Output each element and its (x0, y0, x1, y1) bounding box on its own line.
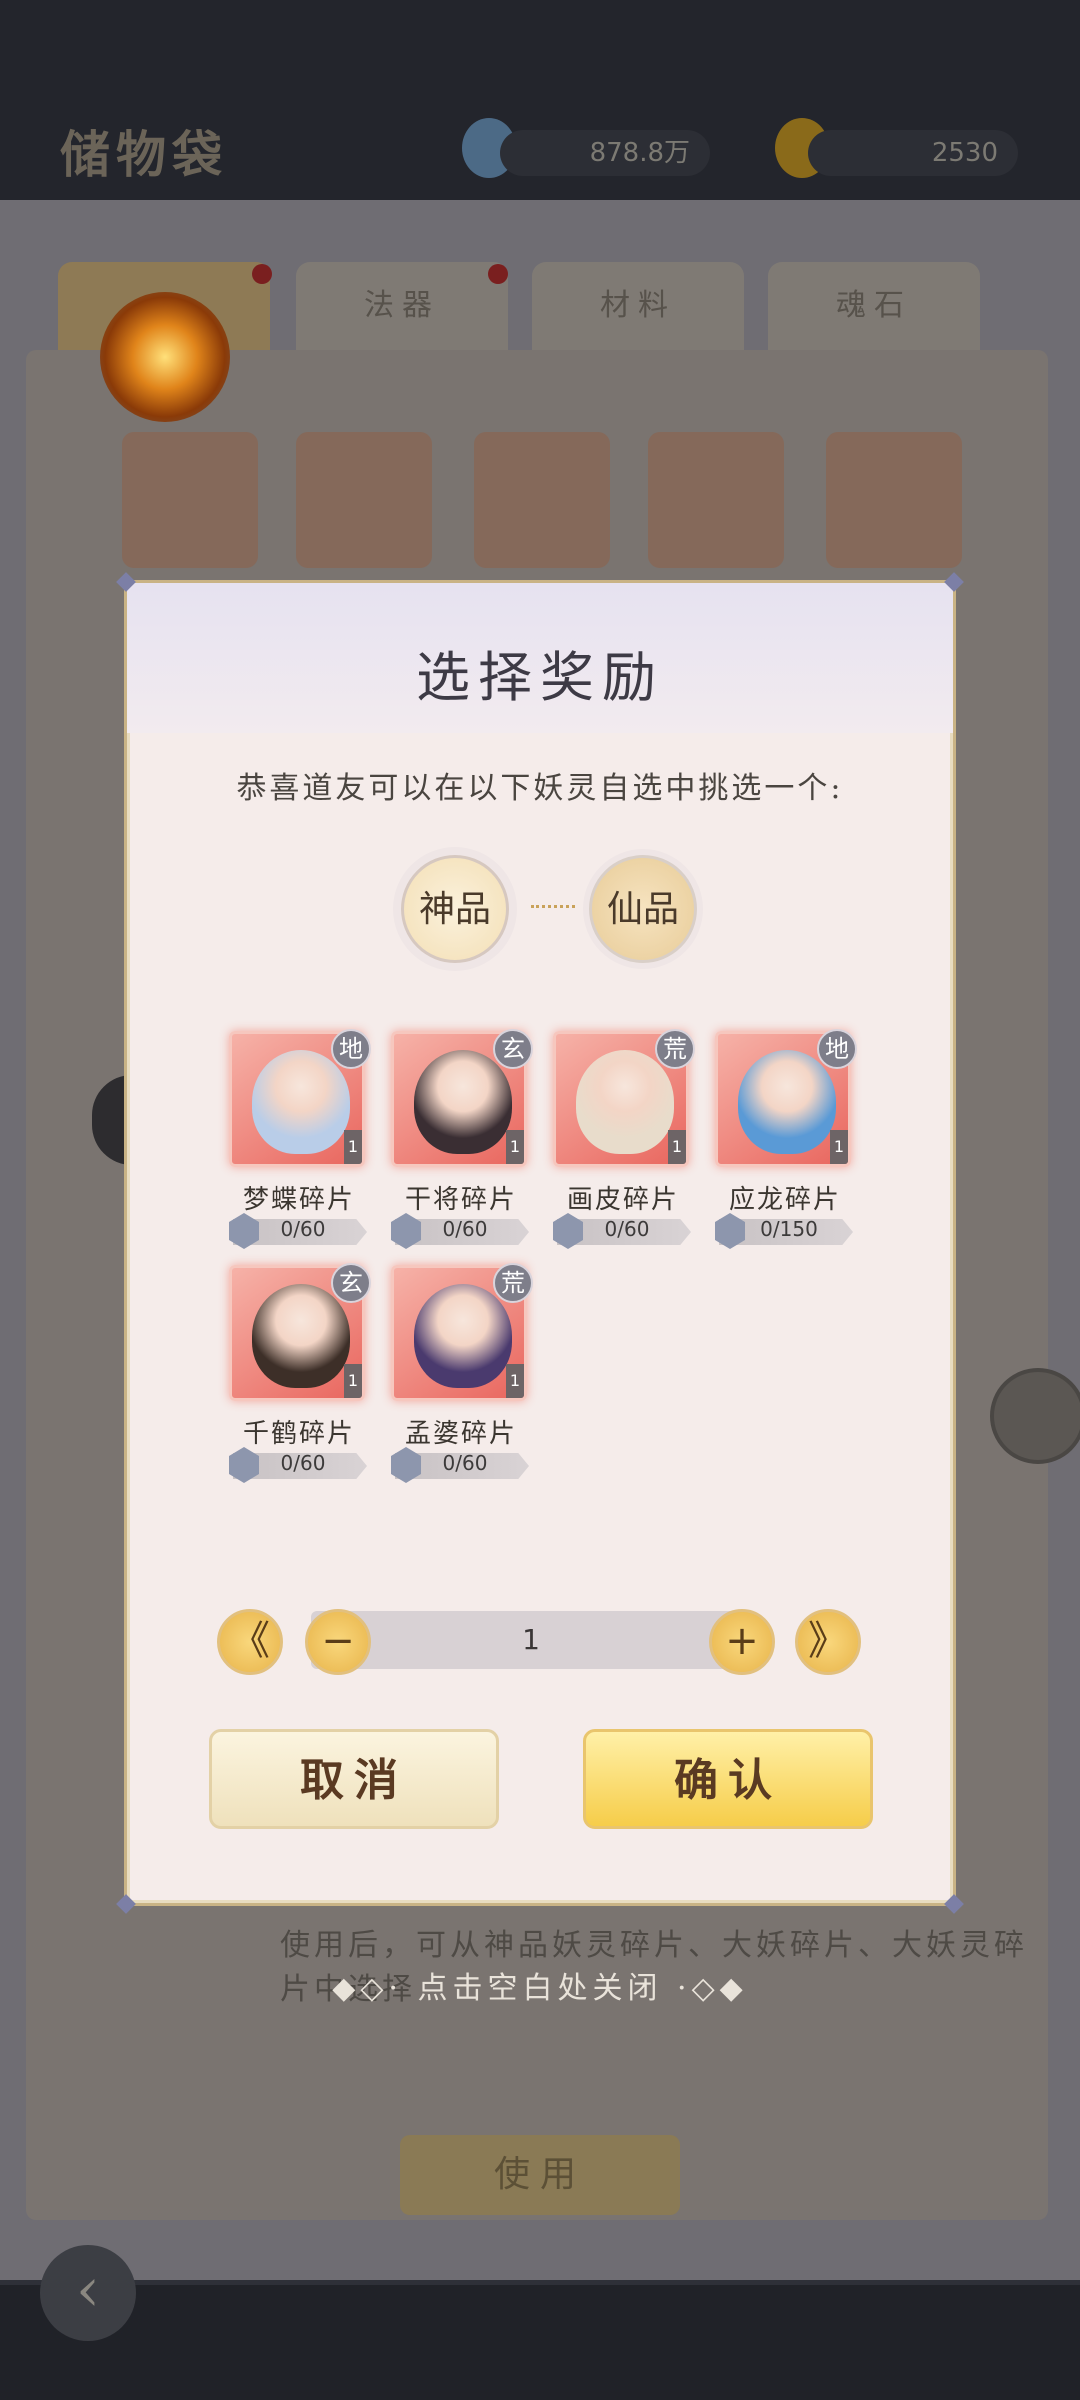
bottom-bar (0, 2285, 1080, 2400)
grade-badge: 玄 (331, 1263, 371, 1303)
item-count: 1 (668, 1130, 686, 1164)
item-count: 1 (344, 1130, 362, 1164)
quantity-min-button[interactable]: 《 (217, 1609, 283, 1675)
avatar[interactable] (990, 1368, 1080, 1464)
tab-soulstones[interactable]: 魂石 (768, 262, 980, 350)
bag-item[interactable] (648, 432, 784, 568)
quantity-minus-button[interactable]: − (305, 1609, 371, 1675)
grade-badge: 玄 (493, 1029, 533, 1069)
item-name: 画皮碎片 (566, 1185, 679, 1215)
item-name: 干将碎片 (404, 1185, 517, 1215)
bag-item[interactable] (122, 432, 258, 568)
quantity-max-button[interactable]: 》 (795, 1609, 861, 1675)
tab-materials[interactable]: 材料 (532, 262, 744, 350)
notification-dot (252, 264, 272, 284)
grade-badge: 地 (331, 1029, 371, 1069)
character-portrait (576, 1050, 674, 1154)
grade-badge: 荒 (493, 1263, 533, 1303)
character-portrait (738, 1050, 836, 1154)
quantity-value[interactable]: 1 (311, 1611, 751, 1669)
select-reward-dialog: 选择奖励 恭喜道友可以在以下妖灵自选中挑选一个: 神品 仙品 1 地 梦蝶碎片 … (116, 572, 964, 1914)
tab-artifacts[interactable]: 法器 (296, 262, 508, 350)
bag-item[interactable] (826, 432, 962, 568)
progress-text: 0/60 (442, 1217, 488, 1241)
progress-text: 0/60 (442, 1451, 488, 1475)
item-name: 千鹤碎片 (242, 1419, 355, 1449)
character-portrait (252, 1284, 350, 1388)
grade-option-shenpin[interactable]: 神品 (401, 855, 509, 963)
quantity-plus-button[interactable]: + (709, 1609, 775, 1675)
bag-item[interactable] (296, 432, 432, 568)
item-count: 1 (506, 1130, 524, 1164)
character-portrait (252, 1050, 350, 1154)
jade-counter[interactable]: 878.8万 (500, 130, 710, 176)
progress-text: 0/60 (280, 1451, 326, 1475)
energy-counter[interactable]: 2530 (808, 130, 1018, 176)
back-arrow-icon[interactable]: ‹ (40, 2245, 136, 2341)
notification-dot (488, 264, 508, 284)
progress-text: 0/60 (604, 1217, 650, 1241)
grade-connector (531, 905, 575, 908)
confirm-button[interactable]: 确认 (583, 1729, 873, 1829)
progress-text: 0/60 (280, 1217, 326, 1241)
dialog-prompt: 恭喜道友可以在以下妖灵自选中挑选一个: (236, 771, 844, 806)
item-count: 1 (344, 1364, 362, 1398)
dialog-title: 选择奖励 (416, 646, 664, 709)
grade-option-xianpin[interactable]: 仙品 (589, 855, 697, 963)
item-name: 梦蝶碎片 (242, 1185, 355, 1215)
grade-badge: 荒 (655, 1029, 695, 1069)
close-hint[interactable]: ◆◇· 点击空白处关闭 ·◇◆ (0, 1963, 1080, 2007)
item-count: 1 (830, 1130, 848, 1164)
grade-badge: 地 (817, 1029, 857, 1069)
item-count: 1 (506, 1364, 524, 1398)
item-name: 应龙碎片 (728, 1185, 841, 1215)
use-button[interactable]: 使用 (400, 2135, 680, 2215)
character-portrait (414, 1050, 512, 1154)
cancel-button[interactable]: 取消 (209, 1729, 499, 1829)
page-title: 储物袋 (60, 125, 228, 184)
progress-text: 0/150 (760, 1217, 818, 1241)
item-name: 孟婆碎片 (404, 1419, 517, 1449)
character-portrait (414, 1284, 512, 1388)
glowing-orb-icon (100, 292, 230, 422)
bag-item[interactable] (474, 432, 610, 568)
